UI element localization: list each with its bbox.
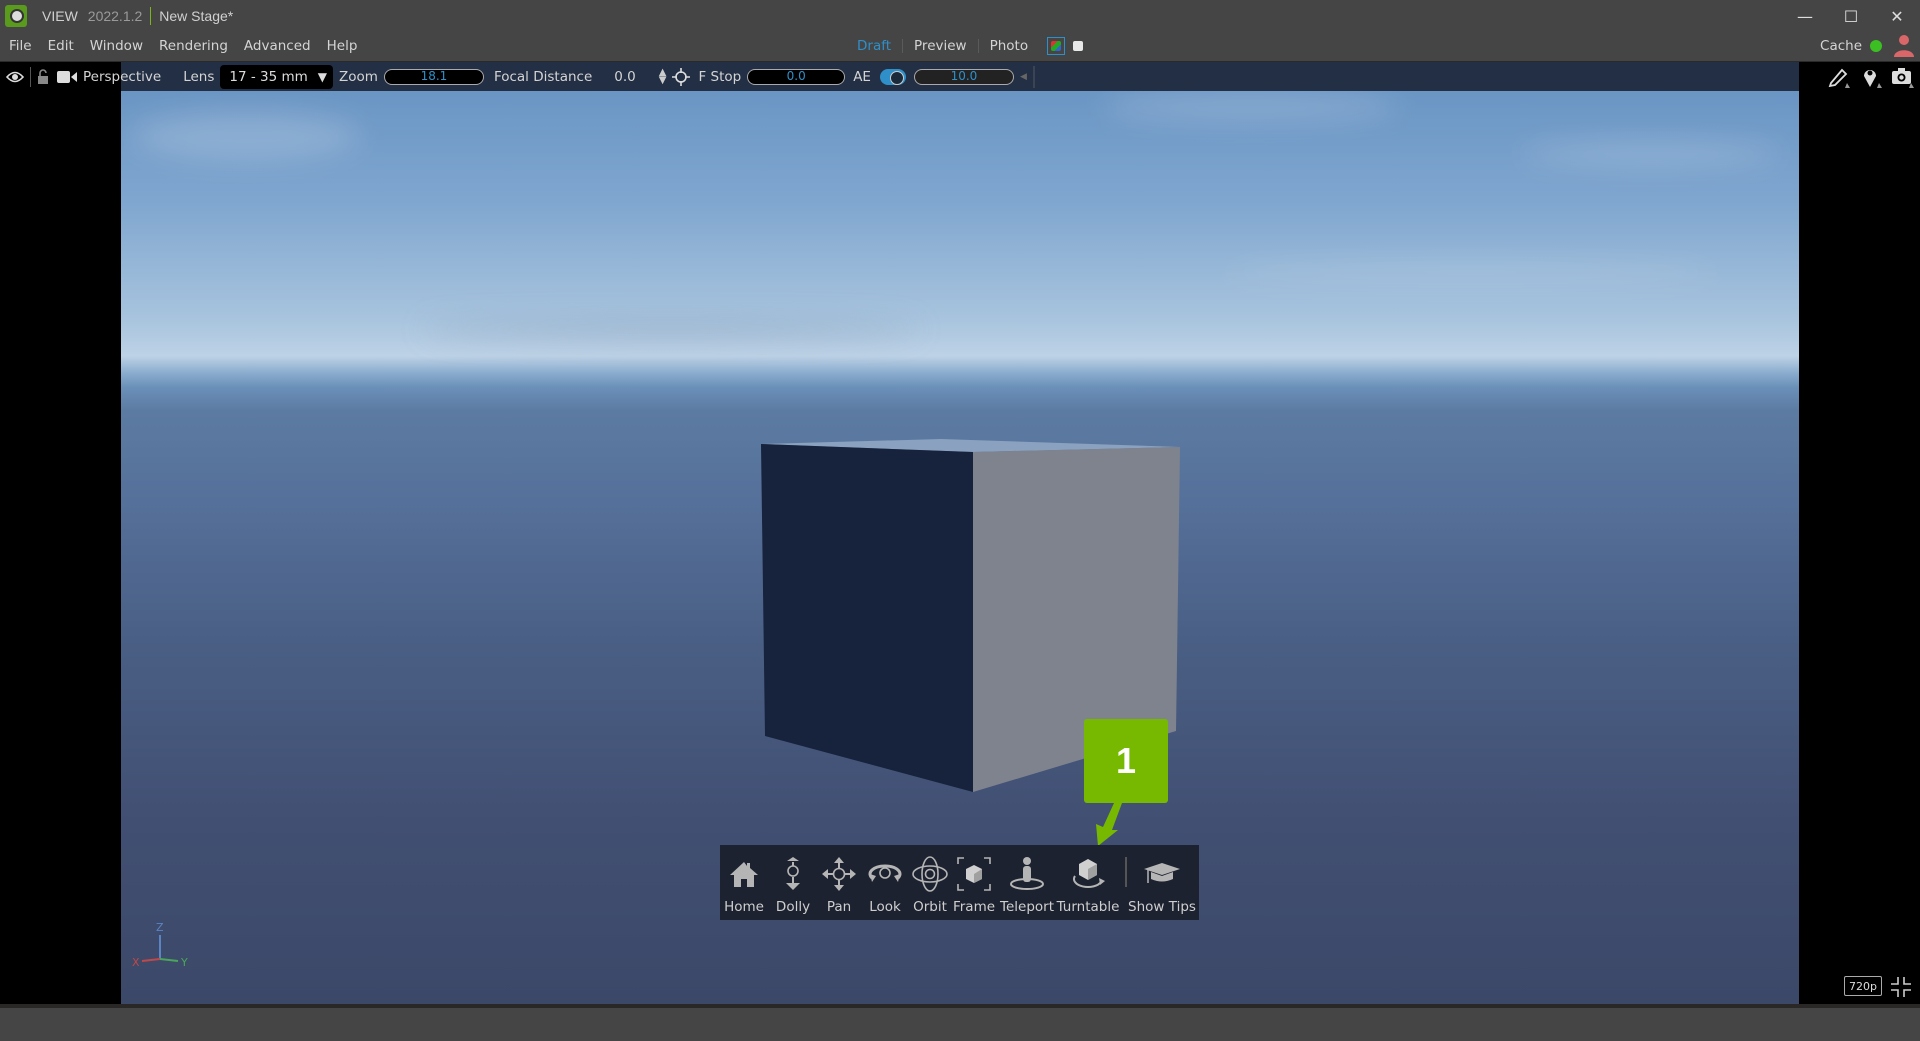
focal-distance-label: Focal Distance	[493, 68, 593, 85]
lock-open-icon[interactable]	[37, 68, 49, 85]
menu-file[interactable]: File	[0, 38, 39, 54]
lens-dropdown[interactable]: 17 - 35 mm ▼	[220, 64, 334, 89]
nav-dolly-label: Dolly	[775, 899, 811, 915]
orbit-icon	[912, 856, 948, 892]
look-icon	[868, 864, 902, 882]
eye-icon[interactable]	[6, 70, 24, 84]
callout-arrow-icon	[1096, 803, 1122, 846]
teleport-icon	[1010, 857, 1044, 890]
nav-orbit-button[interactable]: Orbit	[910, 845, 950, 920]
menu-help[interactable]: Help	[318, 38, 365, 54]
menu-rendering[interactable]: Rendering	[150, 38, 235, 54]
dolly-icon	[786, 857, 800, 890]
nav-teleport-button[interactable]: Teleport	[1000, 845, 1054, 920]
focus-target-icon[interactable]	[672, 67, 691, 86]
status-bar	[0, 1004, 1920, 1041]
frame-icon	[957, 857, 991, 891]
document-title: New Stage*	[159, 8, 234, 24]
focal-distance-value[interactable]: 0.0	[614, 69, 635, 85]
zoom-label: Zoom	[339, 68, 378, 85]
render-mode-draft[interactable]: Draft	[846, 38, 902, 54]
auto-exposure-toggle[interactable]	[879, 68, 906, 85]
nav-orbit-label: Orbit	[913, 899, 947, 915]
camera-icon[interactable]	[57, 70, 77, 84]
iray-renderer-icon[interactable]	[1073, 41, 1084, 51]
location-pin-icon[interactable]	[1860, 66, 1882, 88]
nav-frame-label: Frame	[952, 899, 996, 915]
cube-left-face	[761, 444, 973, 792]
pan-icon	[822, 857, 856, 891]
nav-home-label: Home	[724, 899, 764, 915]
axis-z-label: Z	[156, 921, 164, 934]
app-version: 2022.1.2	[87, 8, 143, 24]
lens-label: Lens	[183, 68, 215, 85]
close-button[interactable]: ✕	[1874, 0, 1920, 32]
nav-show-tips-label: Show Tips	[1128, 899, 1196, 915]
graduation-cap-icon	[1144, 863, 1180, 883]
viewport-toolbar: Perspective Lens 17 - 35 mm ▼ Zoom 18.1 …	[0, 62, 1920, 91]
minimize-button[interactable]: —	[1782, 0, 1828, 32]
menu-window[interactable]: Window	[81, 38, 150, 54]
lens-value: 17 - 35 mm	[229, 68, 308, 85]
turntable-icon	[1072, 859, 1105, 888]
nav-frame-button[interactable]: Frame	[952, 845, 996, 920]
title-bar: VIEW 2022.1.2 New Stage* — ☐ ✕	[0, 0, 1920, 32]
exit-fullscreen-icon[interactable]	[1890, 976, 1912, 998]
camera-name[interactable]: Perspective	[83, 69, 161, 85]
axis-gizmo: Z X Y	[132, 921, 188, 969]
rtx-renderer-icon[interactable]	[1047, 37, 1066, 55]
menu-edit[interactable]: Edit	[39, 38, 81, 54]
app-name: VIEW	[42, 8, 78, 24]
render-mode-selector: Draft Preview Photo	[846, 32, 1084, 60]
nav-teleport-label: Teleport	[1000, 899, 1054, 915]
ae-label: AE	[853, 68, 871, 85]
nav-look-label: Look	[869, 899, 901, 915]
cache-label: Cache	[1820, 38, 1862, 54]
app-logo-icon	[5, 5, 27, 27]
nav-pan-label: Pan	[826, 899, 852, 915]
nav-show-tips-button[interactable]: Show Tips	[1128, 845, 1196, 920]
collapse-arrow-icon[interactable]: ◀	[1020, 72, 1027, 82]
cache-status[interactable]: Cache	[1820, 32, 1882, 60]
dropdown-arrow-icon: ▼	[317, 69, 328, 84]
focal-distance-stepper-icon[interactable]: ▲ ▼	[659, 67, 667, 85]
nav-look-button[interactable]: Look	[863, 845, 907, 920]
pencil-icon[interactable]	[1828, 66, 1850, 88]
maximize-button[interactable]: ☐	[1828, 0, 1874, 32]
axis-x-label: X	[132, 956, 140, 969]
zoom-field[interactable]: 18.1	[383, 68, 484, 85]
nav-home-button[interactable]: Home	[724, 845, 764, 920]
navigation-toolbar: Home Dolly Pan Look Orbit Frame Teleport…	[720, 845, 1199, 920]
render-mode-preview[interactable]: Preview	[903, 38, 978, 54]
axis-y-label: Y	[180, 956, 188, 969]
fstop-field[interactable]: 0.0	[747, 68, 846, 85]
cache-status-dot	[1870, 40, 1882, 52]
home-icon	[730, 862, 758, 887]
nav-turntable-label: Turntable	[1056, 899, 1120, 915]
render-mode-photo[interactable]: Photo	[979, 38, 1040, 54]
title-divider	[150, 7, 152, 25]
resolution-badge[interactable]: 720p	[1844, 976, 1882, 996]
nav-turntable-button[interactable]: Turntable	[1056, 845, 1120, 920]
menu-advanced[interactable]: Advanced	[235, 38, 318, 54]
nav-pan-button[interactable]: Pan	[819, 845, 859, 920]
nav-dolly-button[interactable]: Dolly	[773, 845, 813, 920]
fstop-label: F Stop	[698, 68, 742, 85]
nav-divider	[1125, 857, 1127, 887]
user-icon[interactable]	[1892, 33, 1916, 57]
screenshot-camera-icon[interactable]	[1892, 66, 1914, 88]
exposure-field[interactable]: 10.0	[913, 68, 1014, 85]
step-callout-badge: 1	[1084, 719, 1168, 803]
